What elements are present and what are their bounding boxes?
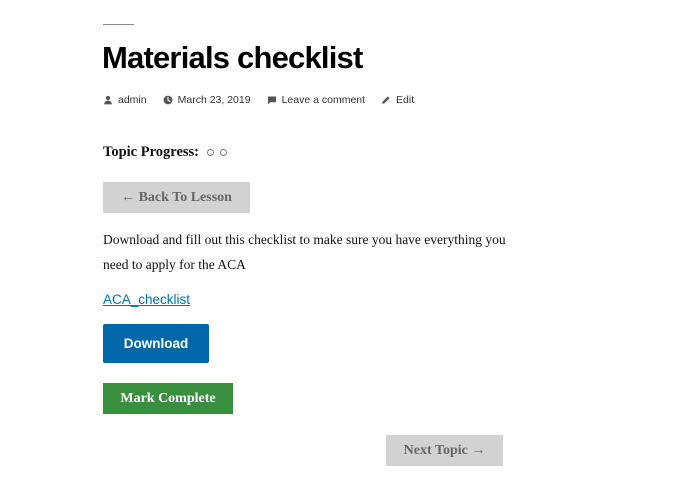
progress-step-dot xyxy=(220,149,227,156)
meta-date: March 23, 2019 xyxy=(163,94,251,106)
topic-progress: Topic Progress: xyxy=(103,144,227,161)
author-link[interactable]: admin xyxy=(118,94,147,106)
post-meta: admin March 23, 2019 Leave a comment Edi… xyxy=(103,92,430,108)
page-title: Materials checklist xyxy=(102,40,363,75)
topic-description: Download and fill out this checklist to … xyxy=(103,232,506,272)
meta-edit: Edit xyxy=(381,94,414,106)
mark-complete-button[interactable]: Mark Complete xyxy=(103,383,233,414)
meta-author: admin xyxy=(103,94,147,106)
user-icon xyxy=(103,95,113,105)
next-topic-button[interactable]: Next Topic → xyxy=(386,435,503,466)
title-accent-rule xyxy=(103,24,134,25)
topic-progress-label: Topic Progress: xyxy=(103,144,199,160)
checklist-file-link[interactable]: ACA_checklist xyxy=(103,292,190,307)
date-link[interactable]: March 23, 2019 xyxy=(178,94,251,106)
clock-icon xyxy=(163,95,173,105)
progress-step-dot xyxy=(207,149,214,156)
back-to-lesson-button[interactable]: ← Back To Lesson xyxy=(103,182,250,213)
pencil-icon xyxy=(381,95,391,105)
leave-comment-link[interactable]: Leave a comment xyxy=(282,94,365,106)
download-button[interactable]: Download xyxy=(103,324,209,363)
meta-comments: Leave a comment xyxy=(267,94,365,106)
comment-icon xyxy=(267,95,277,105)
edit-link[interactable]: Edit xyxy=(396,94,414,106)
